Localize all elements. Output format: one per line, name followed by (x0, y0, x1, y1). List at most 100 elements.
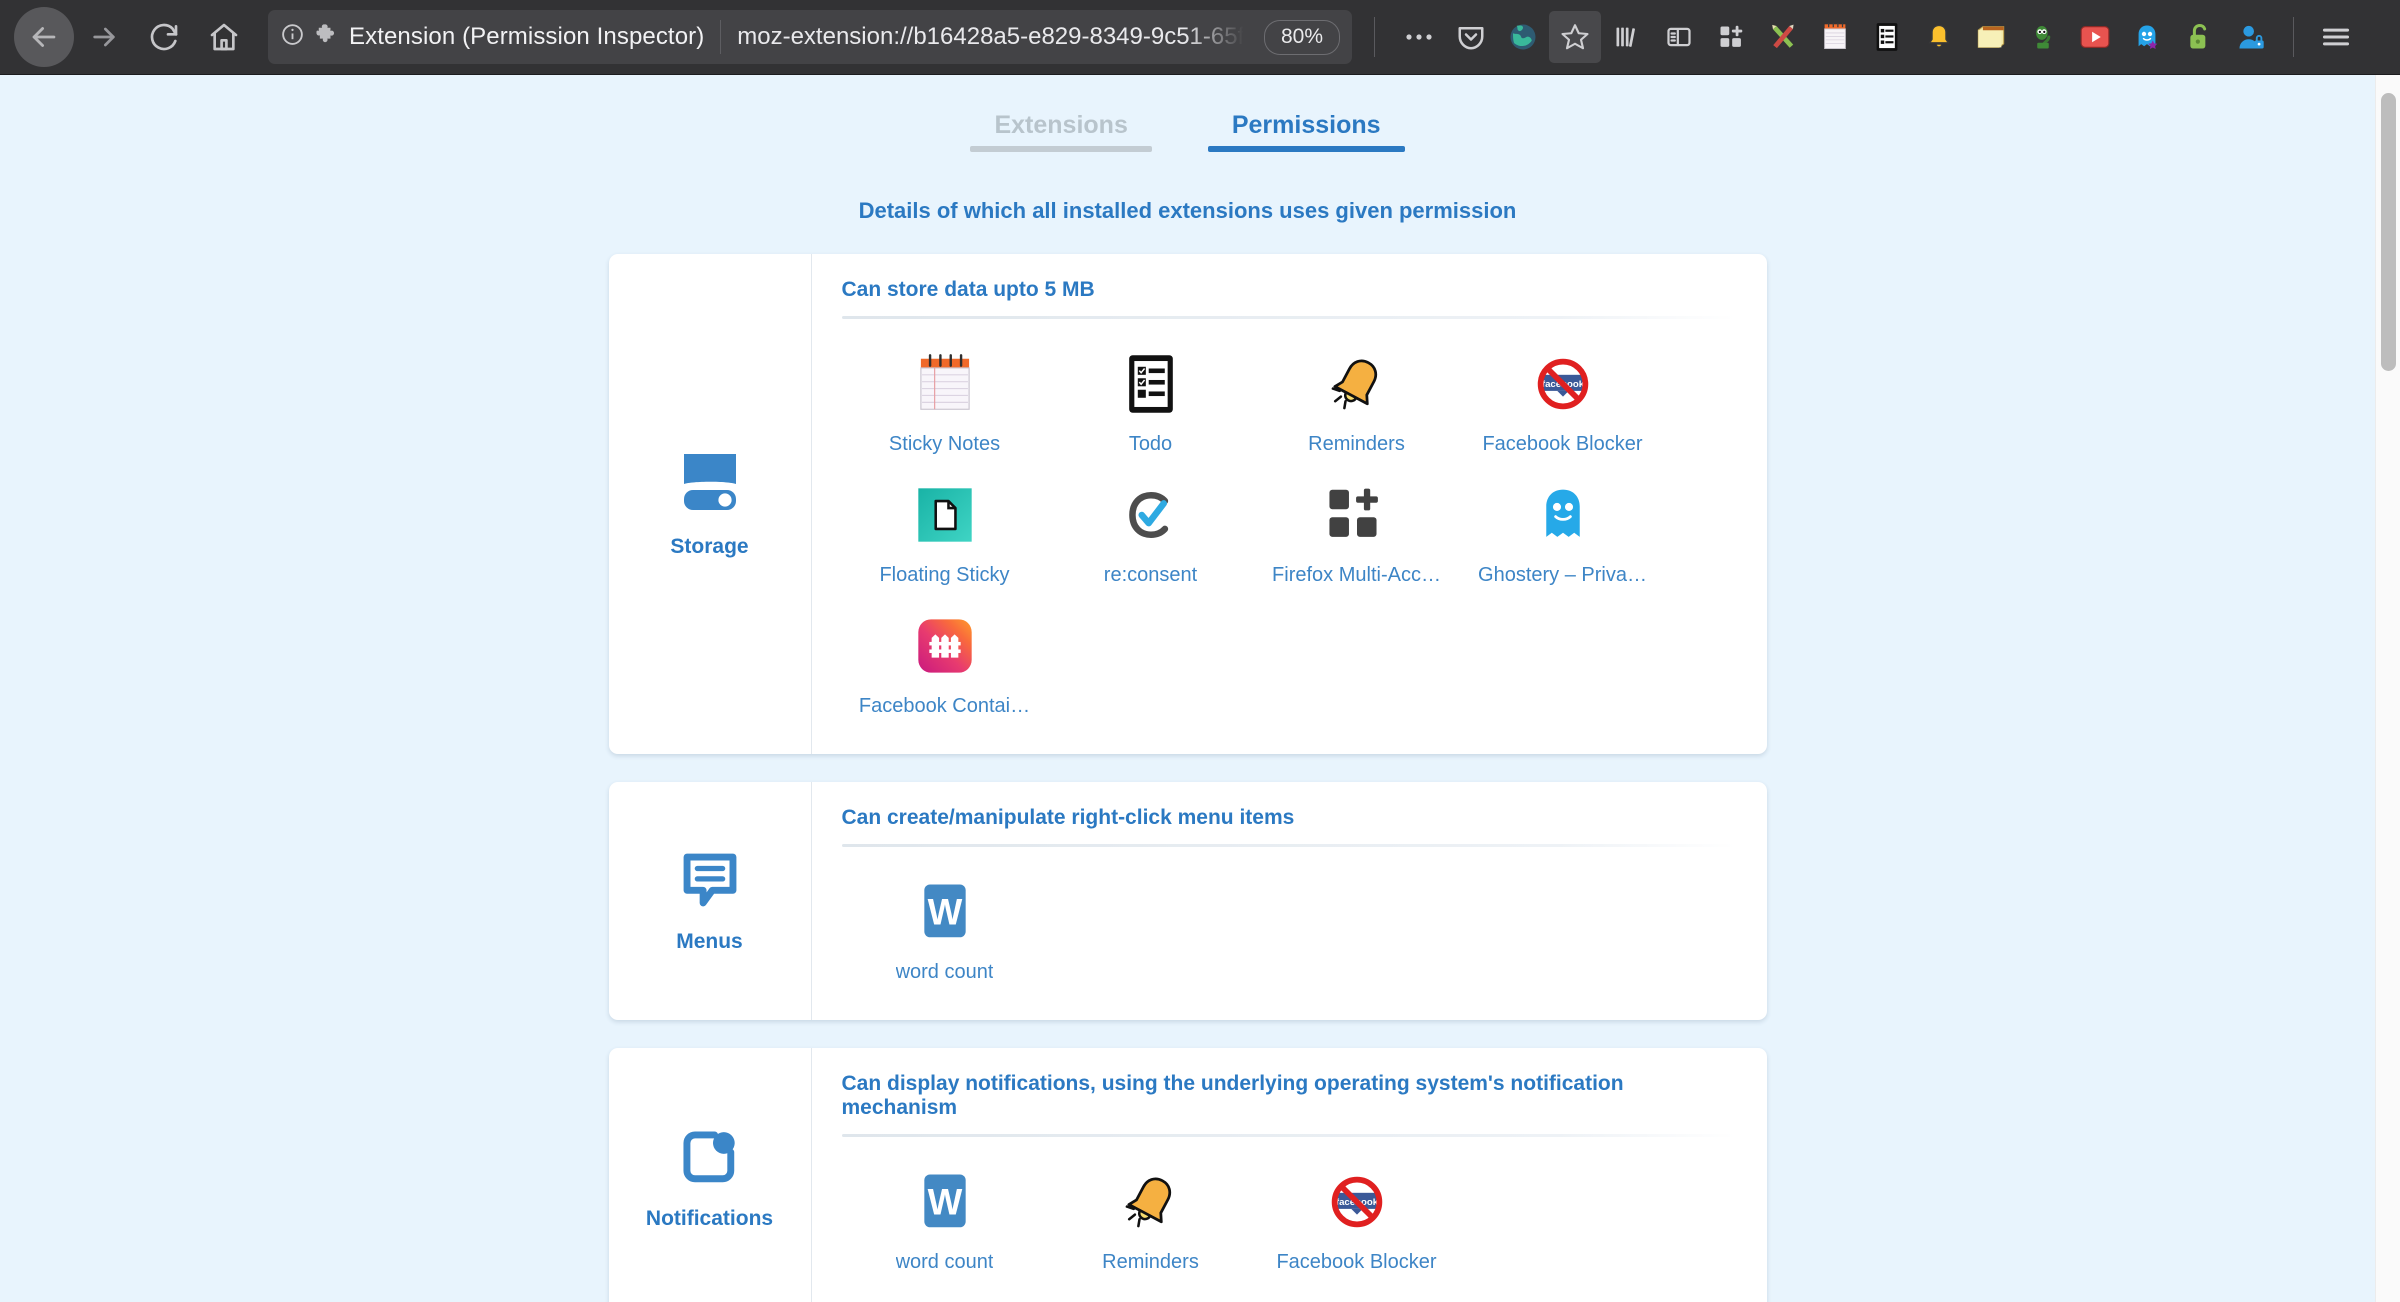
facebook-blocker-icon: facebook (1530, 351, 1596, 417)
storage-server-icon (680, 450, 740, 521)
extension-label: Facebook Contai… (858, 695, 1031, 717)
permission-description: Can create/manipulate right-click menu i… (841, 806, 1295, 829)
page-content: Extensions Permissions Details of which … (0, 75, 2375, 1302)
privacy-person-extension-icon[interactable] (2225, 11, 2277, 63)
ghostery-icon (1530, 482, 1596, 548)
puzzle-piece-icon (314, 22, 340, 53)
forward-button[interactable] (74, 7, 134, 67)
sidebar-icon[interactable] (1653, 11, 1705, 63)
permission-detail: Can display notifications, using the und… (810, 1048, 1767, 1302)
permission-card: Storage Can store data upto 5 MB Sticky … (608, 254, 1767, 754)
extension-label: Facebook Blocker (1482, 433, 1643, 455)
extension-item[interactable]: Floating Sticky (842, 466, 1048, 597)
extension-title: Extension (Permission Inspector) (349, 23, 705, 50)
permission-summary: Notifications (609, 1048, 811, 1302)
page-scrollbar[interactable] (2375, 75, 2400, 1302)
extension-item[interactable]: Todo (1048, 335, 1254, 466)
extension-item[interactable]: facebook Facebook Blocker (1254, 1153, 1460, 1284)
url-divider (720, 20, 722, 54)
word-count-icon: W (912, 1169, 978, 1235)
toolbar-divider (1374, 17, 1375, 57)
pencil-ruler-extension-icon[interactable] (1757, 11, 1809, 63)
snake-extension-icon[interactable] (2017, 11, 2069, 63)
sticky-notes-extension-icon[interactable] (1809, 11, 1861, 63)
unlock-extension-icon[interactable] (2173, 11, 2225, 63)
permission-name: Storage (670, 534, 749, 558)
extension-item[interactable]: W word count (842, 863, 1048, 994)
extension-label: Ghostery – Priva… (1478, 564, 1647, 586)
extension-item[interactable]: facebook Facebook Blocker (1460, 335, 1666, 466)
divider (841, 316, 1735, 319)
divider (841, 844, 1735, 847)
page-viewport: Extensions Permissions Details of which … (0, 75, 2400, 1302)
svg-text:W: W (927, 1182, 962, 1223)
url-bar[interactable]: Extension (Permission Inspector) moz-ext… (268, 10, 1352, 64)
permission-card: Menus Can create/manipulate right-click … (608, 782, 1767, 1020)
extension-item[interactable]: Sticky Notes (842, 335, 1048, 466)
home-button[interactable] (194, 7, 254, 67)
reload-button[interactable] (134, 7, 194, 67)
tab-extensions[interactable]: Extensions (964, 105, 1157, 152)
extension-grid: Sticky Notes Todo Reminders Facebook Blo… (842, 335, 1735, 728)
extension-item[interactable]: Ghostery – Priva… (1460, 466, 1666, 597)
extension-item[interactable]: Firefox Multi-Acc… (1254, 466, 1460, 597)
menus-speech-bubble-icon (679, 849, 741, 916)
tab-permissions[interactable]: Permissions (1202, 105, 1411, 152)
permission-card: Notifications Can display notifications,… (608, 1048, 1767, 1302)
back-button[interactable] (14, 7, 74, 67)
permission-summary: Storage (609, 254, 811, 754)
library-icon[interactable] (1601, 11, 1653, 63)
identity-box[interactable]: Extension (Permission Inspector) (280, 19, 718, 55)
permission-name: Menus (676, 929, 743, 953)
extension-grid: W word count (842, 863, 1735, 994)
scrollbar-thumb[interactable] (2381, 93, 2396, 371)
globe-extension-icon[interactable] (1497, 11, 1549, 63)
sticky-notes-icon (912, 351, 978, 417)
extension-label: Reminders (1102, 1251, 1199, 1273)
floating-sticky-icon (912, 482, 978, 548)
ghostery-extension-icon[interactable] (2121, 11, 2173, 63)
svg-text:W: W (927, 892, 962, 933)
reminders-bell-icon (1324, 351, 1390, 417)
extension-item[interactable]: re:consent (1048, 466, 1254, 597)
reminders-bell-icon (1118, 1169, 1184, 1235)
pocket-icon[interactable] (1445, 11, 1497, 63)
word-count-icon: W (912, 879, 978, 945)
permission-card-list: Storage Can store data upto 5 MB Sticky … (0, 254, 2375, 1302)
extension-item[interactable]: W word count (842, 1153, 1048, 1284)
reminders-extension-icon[interactable] (1913, 11, 1965, 63)
info-circle-icon (280, 22, 305, 52)
url-text-container[interactable]: moz-extension://b16428a5-e829-8349-9c51-… (737, 20, 1254, 54)
todo-extension-icon[interactable] (1861, 11, 1913, 63)
floating-sticky-extension-icon[interactable] (1965, 11, 2017, 63)
facebook-blocker-icon: facebook (1324, 1169, 1390, 1235)
extension-item[interactable]: Reminders (1048, 1153, 1254, 1284)
extension-grid: W word count (842, 1153, 1735, 1284)
notifications-icon (680, 1128, 740, 1193)
add-ons-icon[interactable] (1705, 11, 1757, 63)
application-menu-button[interactable] (2310, 11, 2362, 63)
extension-label: Firefox Multi-Acc… (1272, 564, 1441, 586)
facebook-container-icon (912, 613, 978, 679)
extension-label: Sticky Notes (888, 433, 1001, 455)
extension-item[interactable]: Facebook Contai… (842, 597, 1048, 728)
reconsent-icon (1118, 482, 1184, 548)
browser-toolbar: Extension (Permission Inspector) moz-ext… (0, 0, 2400, 75)
extension-label: Facebook Blocker (1276, 1251, 1437, 1273)
permission-summary: Menus (609, 782, 811, 1020)
tab-strip: Extensions Permissions (0, 105, 2375, 152)
permission-description: Can display notifications, using the und… (841, 1072, 1624, 1119)
zoom-level-indicator[interactable]: 80% (1263, 19, 1340, 55)
extension-label: word count (895, 1251, 994, 1273)
bookmark-star-icon[interactable] (1549, 11, 1601, 63)
youtube-extension-icon[interactable] (2069, 11, 2121, 63)
permission-detail: Can store data upto 5 MB Sticky Notes To… (810, 254, 1767, 754)
extension-label: Floating Sticky (879, 564, 1010, 586)
permission-detail: Can create/manipulate right-click menu i… (810, 782, 1767, 1020)
page-actions-icon[interactable] (1393, 11, 1445, 63)
todo-checklist-icon (1118, 351, 1184, 417)
extension-label: Todo (1128, 433, 1173, 455)
url-text: moz-extension://b16428a5-e829-8349-9c51-… (737, 23, 1254, 50)
extension-item[interactable]: Reminders (1254, 335, 1460, 466)
divider (841, 1134, 1735, 1137)
